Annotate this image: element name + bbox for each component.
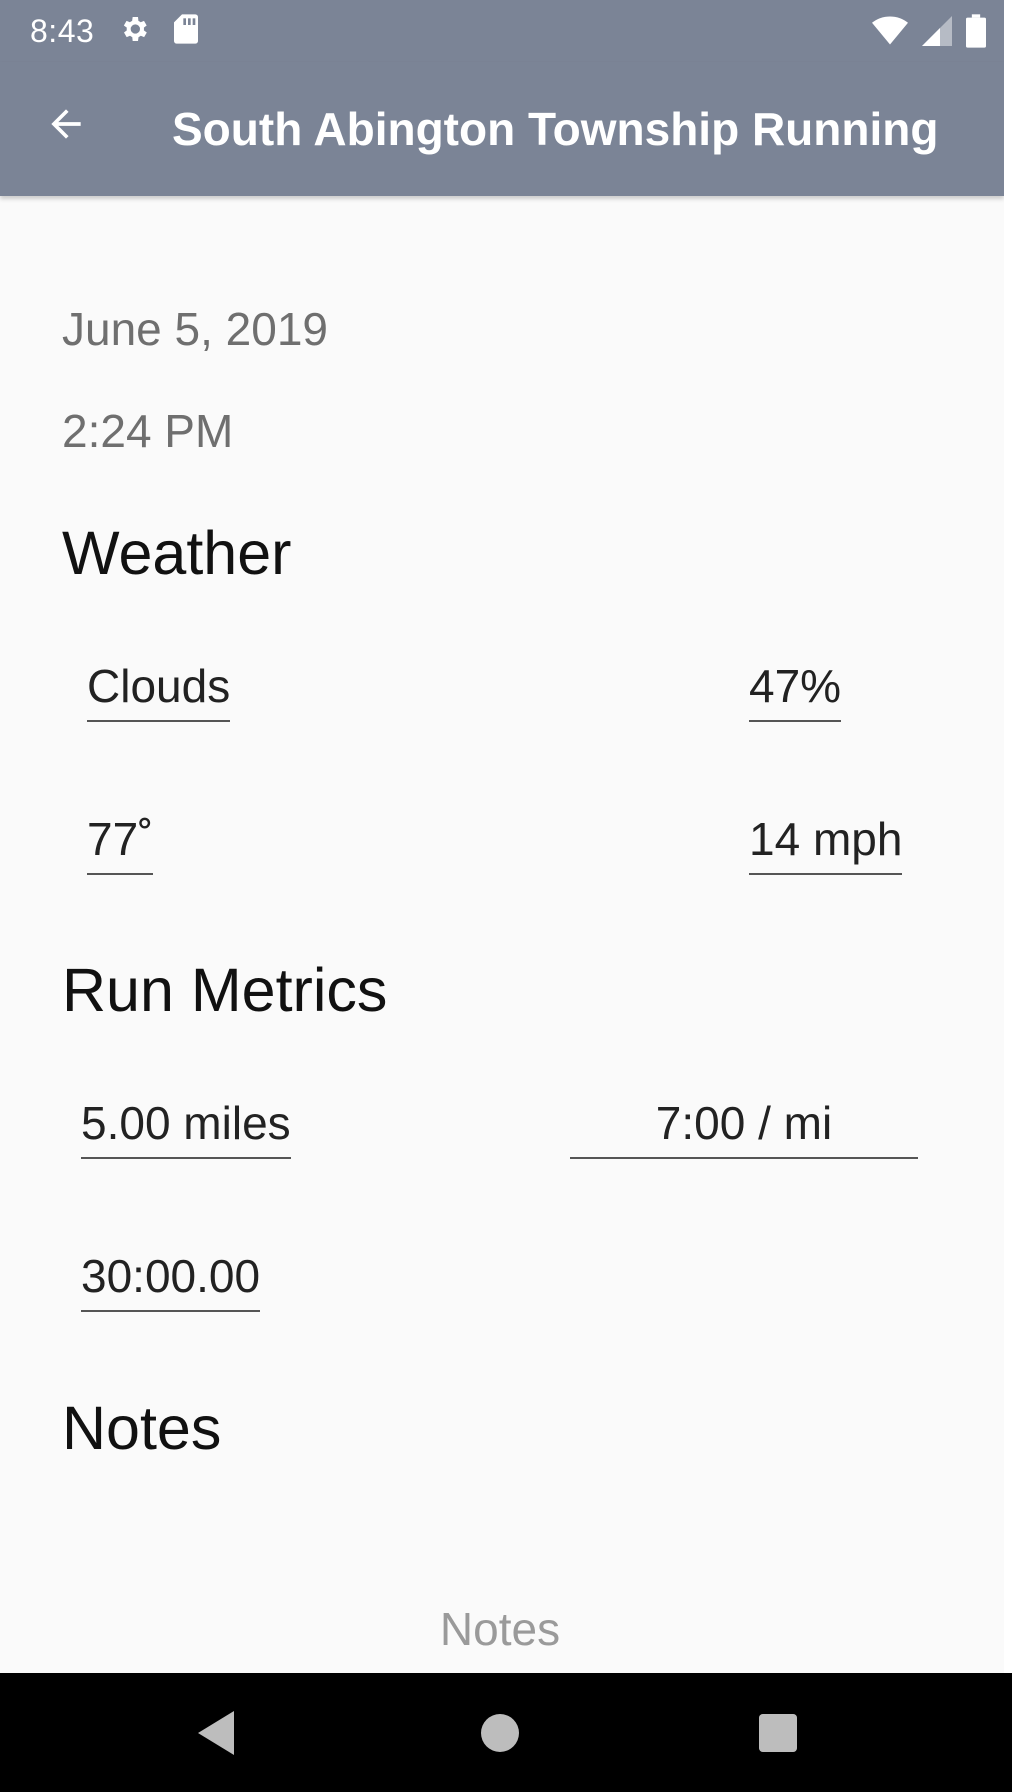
back-button[interactable] — [36, 96, 96, 156]
run-metrics-heading: Run Metrics — [62, 956, 388, 1024]
scrollbar-track — [1004, 0, 1012, 1673]
notes-input[interactable]: Notes — [62, 1594, 938, 1664]
signal-icon — [922, 15, 952, 52]
distance-field[interactable]: 5.00 miles — [81, 1097, 291, 1159]
pace-field[interactable]: 7:00 / mi — [570, 1097, 918, 1159]
recents-square-icon — [759, 1713, 797, 1757]
back-triangle-icon — [198, 1710, 238, 1760]
nav-back-button[interactable] — [190, 1707, 246, 1763]
run-time[interactable]: 2:24 PM — [62, 404, 233, 458]
duration-field[interactable]: 30:00.00 — [81, 1250, 261, 1312]
settings-icon — [118, 13, 150, 50]
run-date[interactable]: June 5, 2019 — [62, 302, 328, 356]
status-bar: 8:43 — [0, 0, 1004, 62]
weather-condition-field[interactable]: Clouds — [87, 660, 231, 722]
system-nav-bar — [0, 1673, 1012, 1792]
wifi-icon — [872, 15, 908, 52]
notes-heading: Notes — [62, 1394, 222, 1462]
wind-speed-field[interactable]: 14 mph — [749, 813, 903, 875]
weather-heading: Weather — [62, 519, 292, 587]
nav-home-button[interactable] — [472, 1707, 528, 1763]
page-title: South Abington Township Running — [172, 103, 939, 155]
home-circle-icon — [481, 1713, 519, 1757]
arrow-back-icon — [44, 102, 88, 151]
sd-card-icon — [172, 13, 200, 50]
app-bar: South Abington Township Running — [0, 62, 1004, 196]
temperature-field[interactable]: 77˚ — [87, 813, 154, 875]
humidity-field[interactable]: 47% — [749, 660, 842, 722]
battery-icon — [966, 14, 986, 53]
status-time: 8:43 — [30, 12, 95, 49]
nav-recents-button[interactable] — [750, 1707, 806, 1763]
